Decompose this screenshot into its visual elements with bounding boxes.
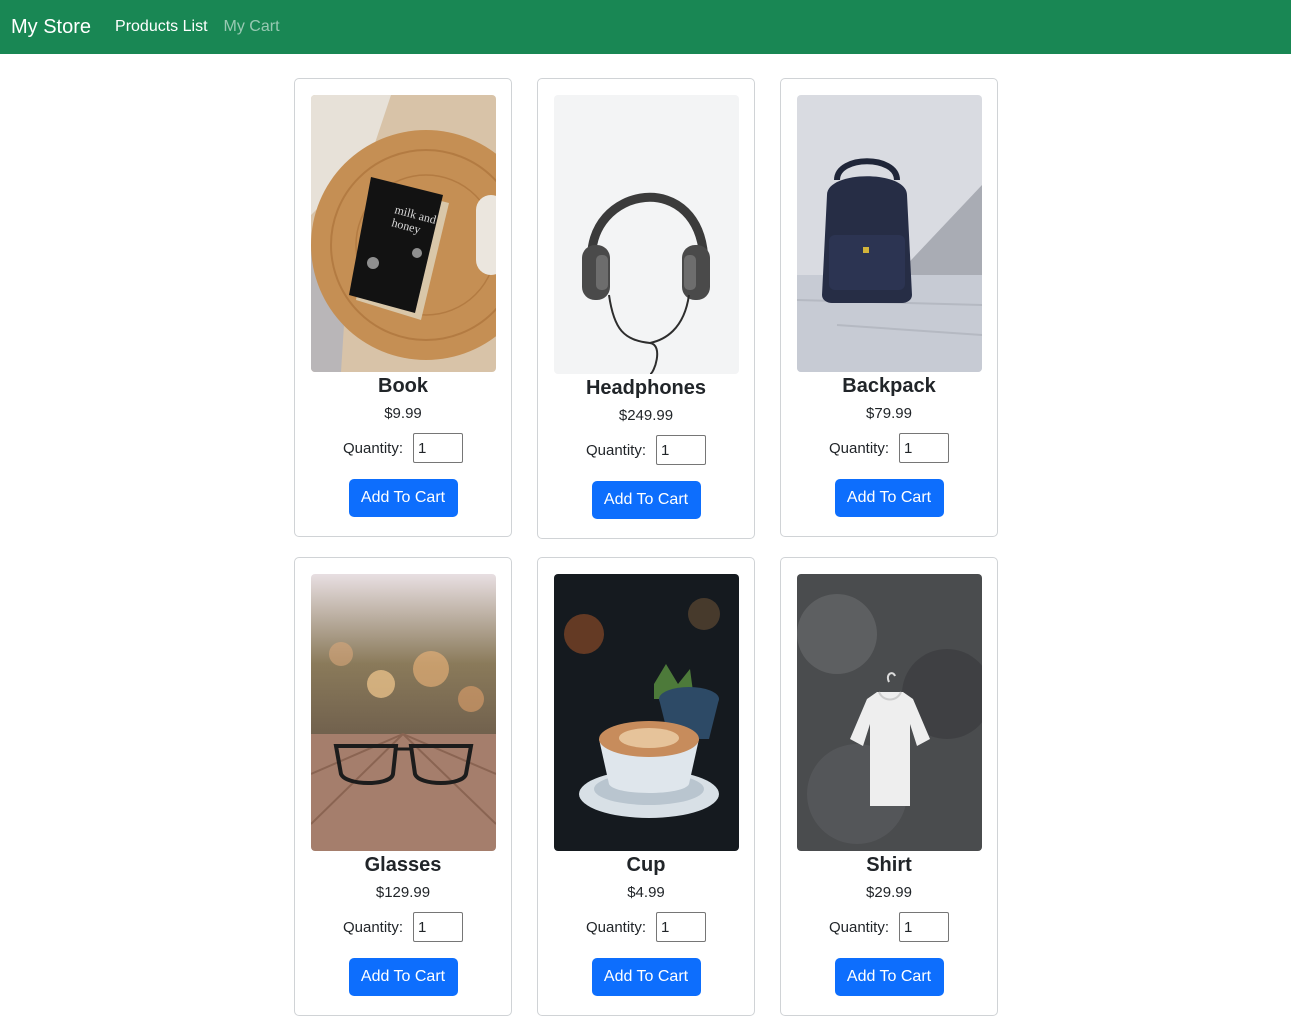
add-to-cart-button[interactable]: Add To Cart xyxy=(591,481,701,519)
product-name: Headphones xyxy=(585,377,707,399)
quantity-row: Quantity: xyxy=(342,912,464,942)
product-price: $29.99 xyxy=(866,884,912,901)
product-name: Cup xyxy=(626,854,666,876)
quantity-label: Quantity: xyxy=(342,439,404,457)
product-image-cup[interactable] xyxy=(553,574,739,851)
product-image-glasses[interactable] xyxy=(310,574,496,851)
product-card: Backpack $79.99 Quantity: Add To Cart xyxy=(780,78,998,537)
quantity-input[interactable] xyxy=(413,912,464,942)
quantity-input[interactable] xyxy=(899,433,950,463)
add-to-cart-button[interactable]: Add To Cart xyxy=(834,958,944,996)
product-price: $4.99 xyxy=(627,884,665,901)
quantity-input[interactable] xyxy=(413,433,464,463)
product-image-backpack[interactable] xyxy=(796,95,982,372)
quantity-label: Quantity: xyxy=(585,441,647,459)
product-price: $9.99 xyxy=(384,405,422,422)
brand-link[interactable]: My Store xyxy=(11,16,91,39)
quantity-input[interactable] xyxy=(899,912,950,942)
product-card: milk and honey Book $9.99 Quantity: Add … xyxy=(294,78,512,537)
product-grid: milk and honey Book $9.99 Quantity: Add … xyxy=(294,78,998,1016)
quantity-label: Quantity: xyxy=(342,918,404,936)
quantity-label: Quantity: xyxy=(585,918,647,936)
product-name: Book xyxy=(378,375,428,397)
nav-products-list[interactable]: Products List xyxy=(115,18,207,36)
quantity-label: Quantity: xyxy=(828,439,890,457)
product-card: Glasses $129.99 Quantity: Add To Cart xyxy=(294,557,512,1016)
add-to-cart-button[interactable]: Add To Cart xyxy=(348,479,458,517)
product-card: Shirt $29.99 Quantity: Add To Cart xyxy=(780,557,998,1016)
quantity-row: Quantity: xyxy=(585,912,707,942)
nav-my-cart[interactable]: My Cart xyxy=(224,18,280,36)
add-to-cart-button[interactable]: Add To Cart xyxy=(591,958,701,996)
add-to-cart-button[interactable]: Add To Cart xyxy=(834,479,944,517)
product-name: Glasses xyxy=(364,854,442,876)
product-price: $129.99 xyxy=(375,884,431,901)
product-name: Backpack xyxy=(842,375,936,397)
product-image-headphones[interactable] xyxy=(553,95,739,374)
navbar: My Store Products List My Cart xyxy=(0,0,1291,54)
product-image-book[interactable]: milk and honey xyxy=(310,95,496,372)
quantity-row: Quantity: xyxy=(828,912,950,942)
product-card: Headphones $249.99 Quantity: Add To Cart xyxy=(537,78,755,539)
quantity-label: Quantity: xyxy=(828,918,890,936)
add-to-cart-button[interactable]: Add To Cart xyxy=(348,958,458,996)
product-card: Cup $4.99 Quantity: Add To Cart xyxy=(537,557,755,1016)
quantity-input[interactable] xyxy=(656,435,707,465)
product-price: $79.99 xyxy=(866,405,912,422)
quantity-row: Quantity: xyxy=(342,433,464,463)
quantity-row: Quantity: xyxy=(828,433,950,463)
quantity-input[interactable] xyxy=(656,912,707,942)
product-price: $249.99 xyxy=(618,407,674,424)
product-image-shirt[interactable] xyxy=(796,574,982,851)
quantity-row: Quantity: xyxy=(585,435,707,465)
product-name: Shirt xyxy=(866,854,912,876)
